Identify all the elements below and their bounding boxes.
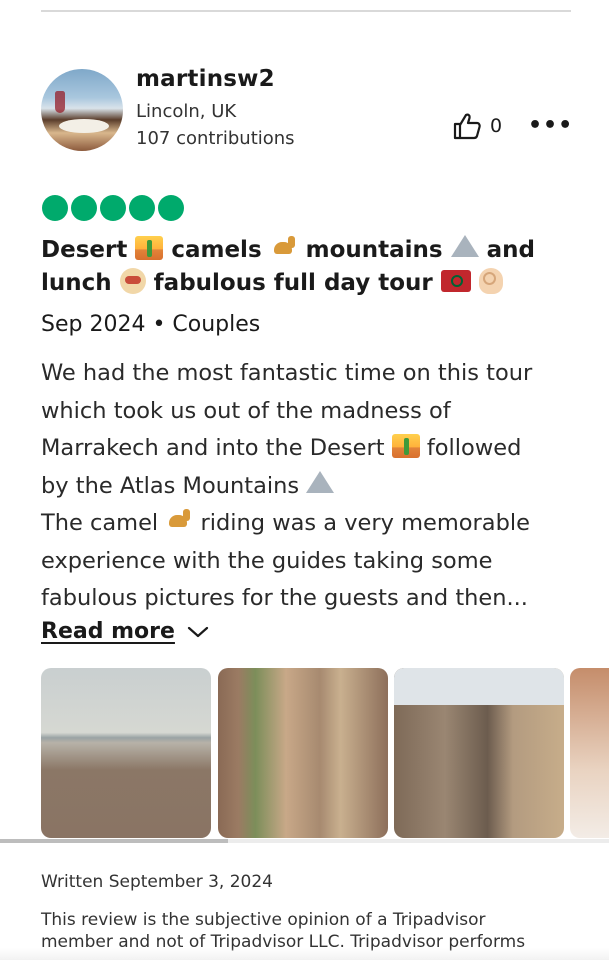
helpful-count: 0 (490, 115, 503, 137)
title-part: fabulous full day tour (145, 270, 441, 296)
camel-icon (270, 236, 298, 260)
review-meta: Sep 2024 • Couples (41, 312, 261, 337)
review-title[interactable]: Desert camels mountains and lunch fabulo… (41, 234, 581, 300)
written-date: Written September 3, 2024 (41, 872, 273, 892)
review-body-fragment: Marrakech and into the Desert (41, 435, 392, 461)
review-body-line: Marrakech and into the Desert followed (41, 430, 586, 468)
review-body-line: We had the most fantastic time on this t… (41, 360, 533, 386)
disclaimer-line: This review is the subjective opinion of… (41, 910, 486, 930)
desert-icon (391, 434, 420, 458)
avatar-wine-glass (55, 91, 65, 113)
desert-icon (135, 236, 164, 260)
rating-bubbles (42, 195, 184, 221)
title-part: camels (163, 237, 270, 263)
review-body-fragment: riding was a very memorable (193, 510, 530, 536)
rating-bubble (71, 195, 97, 221)
review-photo-village[interactable] (218, 668, 388, 838)
morocco-flag-icon (440, 270, 471, 292)
rating-bubble (129, 195, 155, 221)
review-photo-desert-landscape[interactable] (41, 668, 211, 838)
more-options-icon[interactable]: ••• (528, 113, 573, 138)
review-body-fragment: The camel (41, 510, 166, 536)
reviewer-username[interactable]: martinsw2 (136, 66, 275, 92)
reviewer-location: Lincoln, UK (136, 101, 237, 122)
rating-bubble (158, 195, 184, 221)
review-body-line: by the Atlas Mountains (41, 468, 586, 506)
mountain-icon (306, 470, 335, 493)
carousel-scroll-thumb[interactable] (0, 839, 228, 843)
review-body-line: The camel riding was a very memorable (41, 505, 586, 543)
title-part: Desert (41, 237, 136, 263)
review-disclaimer: This review is the subjective opinion of… (41, 909, 586, 953)
avatar-plate (59, 119, 109, 133)
helpful-button[interactable]: 0 (452, 112, 502, 140)
review-body-fragment: followed (419, 435, 522, 461)
rating-bubble (100, 195, 126, 221)
title-part: mountains (297, 237, 451, 263)
review-body-line: which took us out of the madness of (41, 397, 451, 424)
burrito-icon (119, 268, 146, 294)
review-body: We had the most fantastic time on this t… (41, 355, 586, 618)
chevron-down-icon (187, 626, 209, 637)
review-photo-lunch[interactable] (570, 668, 609, 838)
rating-bubble (42, 195, 68, 221)
review-photo-stone-houses[interactable] (394, 668, 564, 838)
review-photo-carousel[interactable] (41, 668, 609, 839)
bottom-fade (0, 948, 609, 960)
review-body-line: fabulous pictures for the guests and the… (41, 585, 528, 611)
camel-icon (165, 509, 193, 533)
thumbs-up-icon (453, 113, 481, 140)
review-body-fragment: by the Atlas Mountains (41, 472, 307, 499)
avatar[interactable] (41, 69, 123, 151)
read-more-label: Read more (41, 619, 175, 644)
top-divider (41, 10, 571, 12)
reviewer-contributions: 107 contributions (136, 128, 295, 149)
read-more-link[interactable]: Read more (41, 619, 209, 644)
ok-hand-icon (478, 268, 503, 294)
mountain-icon (450, 235, 479, 257)
review-body-line: experience with the guides taking some (41, 547, 493, 574)
